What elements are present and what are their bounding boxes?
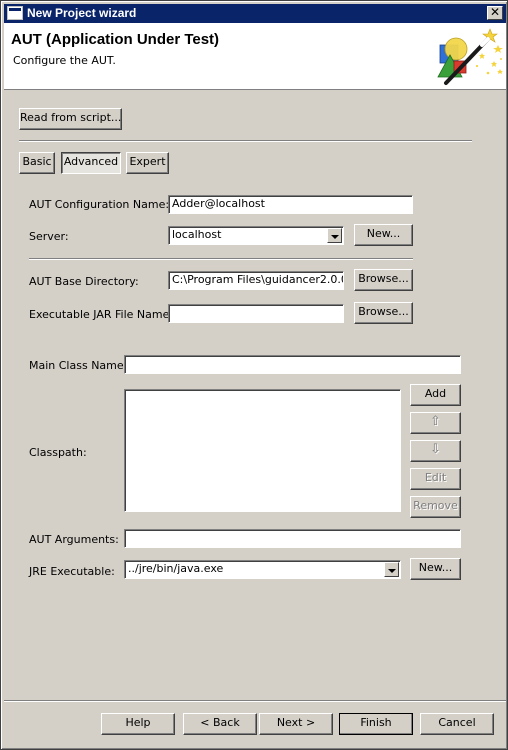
window-title: New Project wizard [27, 6, 137, 20]
separator [29, 258, 413, 260]
classpath-remove-button[interactable]: Remove [410, 496, 461, 518]
base-dir-label: AUT Base Directory: [29, 275, 139, 288]
jar-file-field[interactable] [168, 304, 344, 323]
move-down-icon[interactable]: ⇩ [410, 440, 461, 462]
classpath-add-button[interactable]: Add [410, 384, 461, 406]
chevron-down-icon[interactable] [384, 562, 399, 577]
jar-file-browse-button[interactable]: Browse... [354, 302, 413, 324]
page-subtitle: Configure the AUT. [13, 54, 116, 67]
mode-basic-button[interactable]: Basic [19, 152, 55, 174]
back-button[interactable]: < Back [183, 713, 257, 735]
separator [4, 700, 506, 702]
server-label: Server: [29, 230, 69, 243]
close-icon[interactable]: ✕ [487, 6, 503, 20]
server-new-button[interactable]: New... [354, 224, 413, 246]
move-up-icon[interactable]: ⇧ [410, 412, 461, 434]
separator [19, 140, 472, 142]
classpath-edit-button[interactable]: Edit [410, 468, 461, 490]
aut-args-label: AUT Arguments: [29, 533, 119, 546]
server-select-value: localhost [172, 228, 222, 241]
chevron-down-icon[interactable] [327, 228, 342, 243]
main-class-label: Main Class Name: [29, 359, 128, 372]
wizard-wand-shapes-icon [437, 28, 503, 85]
jar-file-label: Executable JAR File Name: [29, 308, 174, 321]
main-class-field[interactable] [124, 355, 461, 374]
jre-select-value: ../jre/bin/java.exe [128, 562, 224, 575]
base-dir-browse-button[interactable]: Browse... [354, 269, 413, 291]
window-app-icon [7, 6, 23, 20]
config-name-field[interactable]: Adder@localhost [168, 195, 413, 214]
server-select[interactable]: localhost [168, 226, 344, 245]
next-button[interactable]: Next > [259, 713, 333, 735]
page-title: AUT (Application Under Test) [11, 31, 220, 48]
new-project-wizard-window: New Project wizard ✕ AUT (Application Un… [0, 0, 508, 750]
jre-label: JRE Executable: [29, 565, 115, 578]
aut-args-field[interactable] [124, 529, 461, 548]
finish-button[interactable]: Finish [339, 713, 413, 735]
base-dir-field[interactable]: C:\Program Files\guidancer2.0.010 [168, 271, 344, 290]
classpath-label: Classpath: [29, 446, 87, 459]
config-name-label: AUT Configuration Name: [29, 198, 170, 211]
jre-new-button[interactable]: New... [410, 558, 461, 580]
classpath-list[interactable] [124, 389, 401, 512]
help-button[interactable]: Help [101, 713, 175, 735]
mode-advanced-button[interactable]: Advanced [61, 152, 121, 174]
mode-expert-button[interactable]: Expert [126, 152, 169, 174]
jre-select[interactable]: ../jre/bin/java.exe [124, 560, 401, 579]
read-from-script-button[interactable]: Read from script... [19, 108, 122, 130]
cancel-button[interactable]: Cancel [420, 713, 494, 735]
wizard-header: AUT (Application Under Test) Configure t… [4, 23, 506, 90]
title-bar[interactable]: New Project wizard ✕ [4, 4, 506, 23]
